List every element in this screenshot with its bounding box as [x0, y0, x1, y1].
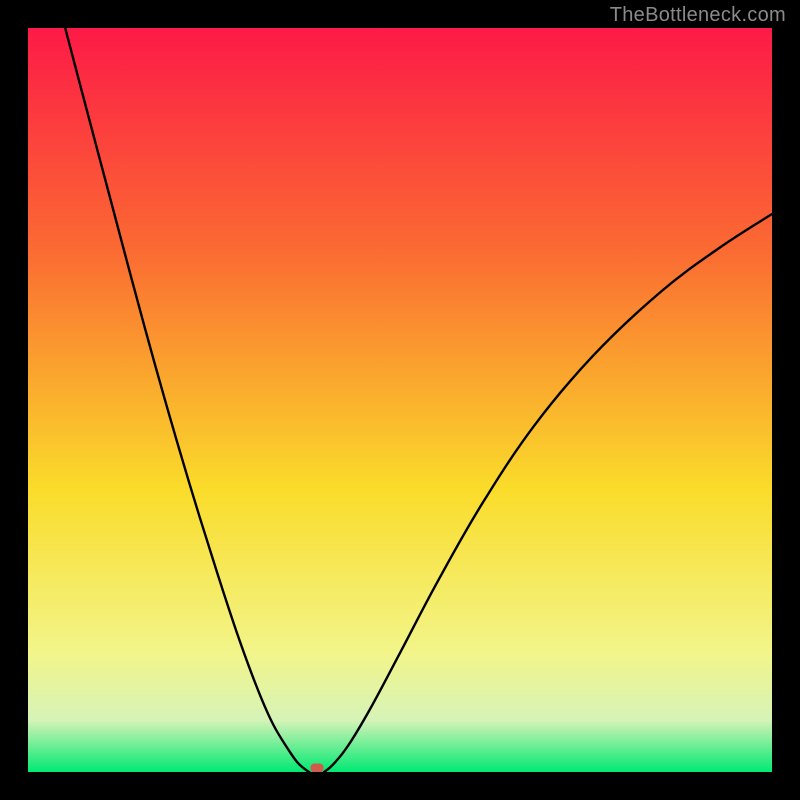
- attribution-text: TheBottleneck.com: [610, 4, 786, 27]
- outer-frame: TheBottleneck.com: [0, 0, 800, 800]
- plot-area: [28, 28, 772, 772]
- bottleneck-curve: [28, 28, 772, 772]
- optimum-marker: [310, 763, 323, 772]
